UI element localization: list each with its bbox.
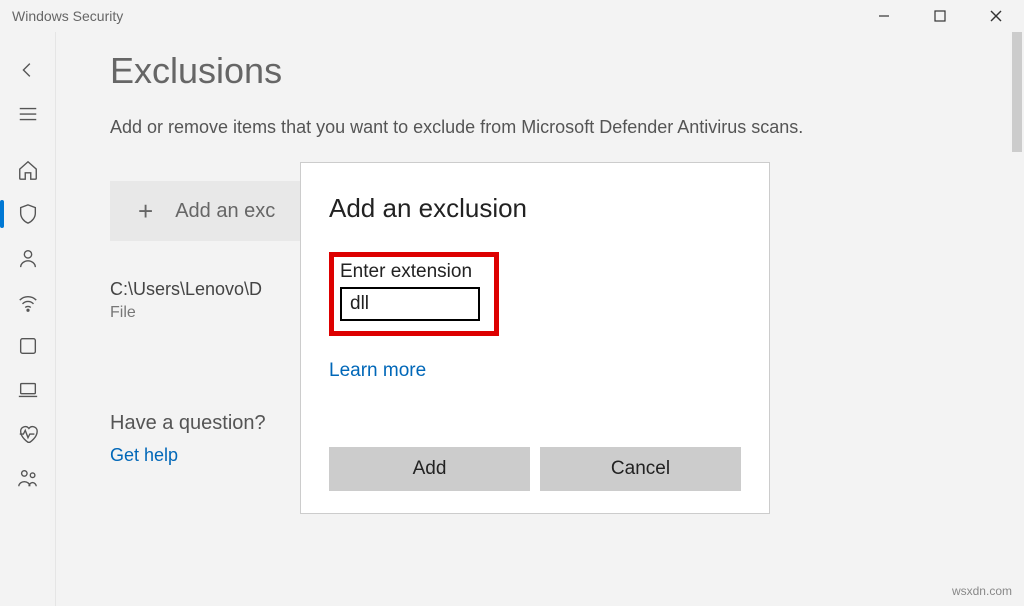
minimize-button[interactable] — [856, 0, 912, 32]
extension-label: Enter extension — [340, 261, 488, 283]
add-exclusion-label: Add an exc — [175, 200, 275, 223]
maximize-icon — [933, 9, 947, 23]
sidebar-item-family[interactable] — [8, 458, 48, 498]
sidebar-item-network[interactable] — [8, 282, 48, 322]
window-controls — [856, 0, 1024, 32]
titlebar: Windows Security — [0, 0, 1024, 32]
dialog-title: Add an exclusion — [329, 193, 741, 224]
person-icon — [17, 247, 39, 269]
sidebar-item-device[interactable] — [8, 370, 48, 410]
back-button[interactable] — [8, 50, 48, 90]
menu-button[interactable] — [8, 94, 48, 134]
hamburger-icon — [17, 103, 39, 125]
maximize-button[interactable] — [912, 0, 968, 32]
laptop-icon — [17, 379, 39, 401]
heart-icon — [17, 423, 39, 445]
vertical-scrollbar[interactable] — [1010, 32, 1024, 606]
back-arrow-icon — [17, 59, 39, 81]
app-title: Windows Security — [12, 8, 123, 24]
highlight-annotation: Enter extension — [329, 252, 499, 336]
add-exclusion-dialog: Add an exclusion Enter extension Learn m… — [300, 162, 770, 514]
get-help-link[interactable]: Get help — [110, 445, 178, 465]
close-icon — [989, 9, 1003, 23]
app-icon — [17, 335, 39, 357]
window: Windows Security — [0, 0, 1024, 606]
close-button[interactable] — [968, 0, 1024, 32]
minimize-icon — [877, 9, 891, 23]
page-title: Exclusions — [110, 50, 984, 92]
scrollbar-thumb[interactable] — [1012, 32, 1022, 152]
page-description: Add or remove items that you want to exc… — [110, 114, 870, 141]
home-icon — [17, 159, 39, 181]
watermark: wsxdn.com — [952, 584, 1012, 598]
sidebar-item-home[interactable] — [8, 150, 48, 190]
add-button[interactable]: Add — [329, 447, 530, 491]
learn-more-link[interactable]: Learn more — [329, 360, 426, 382]
sidebar-item-app-browser[interactable] — [8, 326, 48, 366]
sidebar — [0, 32, 56, 606]
dialog-buttons: Add Cancel — [329, 447, 741, 491]
plus-icon: + — [138, 196, 153, 227]
sidebar-item-account[interactable] — [8, 238, 48, 278]
shield-icon — [17, 203, 39, 225]
family-icon — [17, 467, 39, 489]
sidebar-item-health[interactable] — [8, 414, 48, 454]
cancel-button[interactable]: Cancel — [540, 447, 741, 491]
extension-input[interactable] — [340, 287, 480, 321]
sidebar-item-security[interactable] — [8, 194, 48, 234]
wifi-icon — [17, 291, 39, 313]
